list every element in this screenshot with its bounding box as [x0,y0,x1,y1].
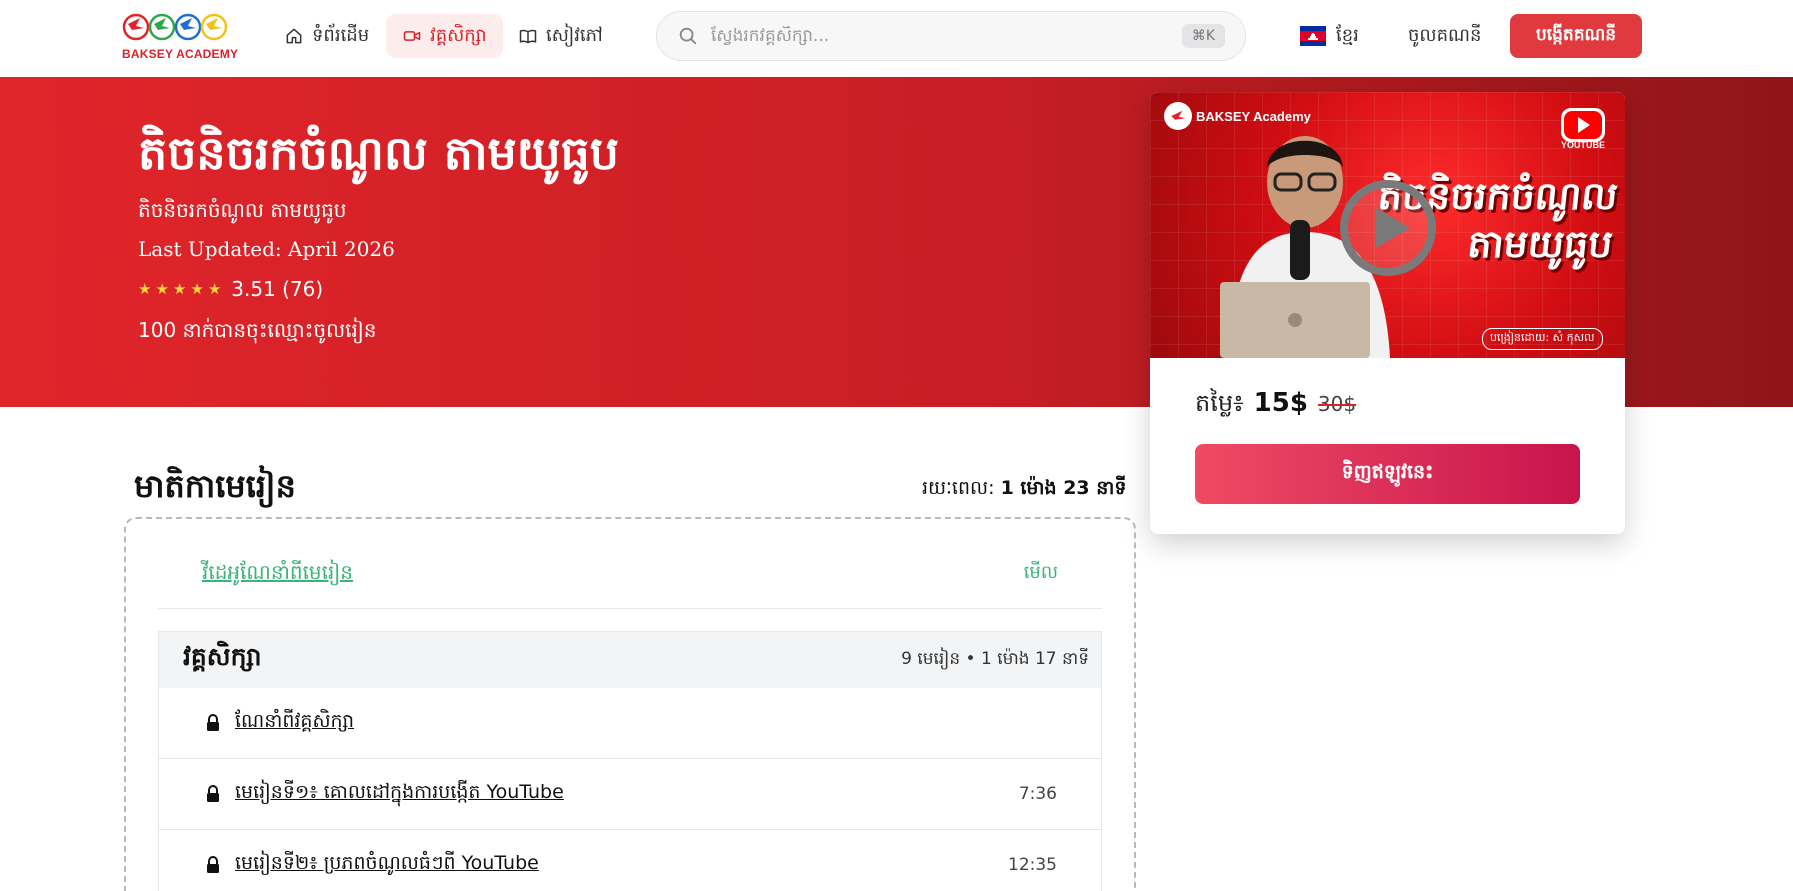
brand-bird-icon [1164,102,1192,130]
signup-button[interactable]: បង្កើតគណនី [1510,14,1642,58]
login-link[interactable]: ចូលគណនី [1408,20,1481,52]
logo-text: BAKSEY ACADEMY [122,47,239,61]
nav-home-label: ទំព័រដើម [312,24,370,46]
rating-text: 3.51 (76) [231,277,324,301]
lesson-title[interactable]: ណែនាំពីវគ្គសិក្សា [235,709,1057,737]
search-input[interactable] [711,26,1182,46]
duration-value: 1 ម៉ោង 23 នាទី [1000,477,1127,499]
lock-icon [207,785,219,802]
lesson-item[interactable]: ណែនាំពីវគ្គសិក្សា [159,688,1101,759]
price-label: តម្លៃ៖ [1195,389,1244,417]
purchase-card: BAKSEY Academy តិចនិចរកចំណូល តាមយូធូប YO… [1150,92,1625,534]
baksey-logo[interactable]: BAKSEY ACADEMY [122,10,238,64]
search-bar[interactable]: ⌘K [656,11,1246,61]
enrolled-count: 100 នាក់បានចុះឈ្មោះចូលរៀន [138,318,377,342]
lock-icon [207,714,219,731]
search-shortcut: ⌘K [1181,24,1225,48]
language-switcher[interactable]: ខ្មែរ [1300,20,1359,52]
top-navbar: BAKSEY ACADEMY ទំព័រដើម វគ្គសិក្សា សៀវភៅ… [0,0,1793,77]
nav-courses-label: វគ្គសិក្សា [430,24,487,46]
course-rating: ★ ★ ★ ★ ★ 3.51 (76) [138,277,323,301]
duration-label: រយៈពេល: [922,477,995,499]
preview-video-row[interactable]: វីដេអូណែនាំពីមេរៀន មើល [158,539,1102,609]
play-icon[interactable] [1338,178,1438,278]
nav-books-label: សៀវភៅ [546,24,603,46]
star-icon: ★ [207,280,222,298]
section-meta: 9 មេរៀន • 1 ម៉ោង 17 នាទី [901,648,1089,669]
nav-home[interactable]: ទំព័រដើម [268,14,385,58]
price-row: តម្លៃ៖ 15$ 30$ [1195,388,1356,423]
course-thumbnail[interactable]: BAKSEY Academy តិចនិចរកចំណូល តាមយូធូប YO… [1150,92,1625,358]
toc-title: មាតិកាមេរៀន [134,467,296,505]
last-updated: Last Updated: April 2026 [138,237,395,261]
star-icon: ★ [138,280,152,298]
course-section: វគ្គសិក្សា 9 មេរៀន • 1 ម៉ោង 17 នាទី ណែនា… [158,631,1102,891]
preview-video-link[interactable]: វីដេអូណែនាំពីមេរៀន [202,559,353,589]
nav-books[interactable]: សៀវភៅ [502,14,619,58]
lesson-duration: 12:35 [1008,855,1057,875]
section-header[interactable]: វគ្គសិក្សា 9 មេរៀន • 1 ម៉ោង 17 នាទី [159,632,1101,688]
lesson-duration: 7:36 [1018,784,1057,804]
youtube-label: YOUTUBE [1560,140,1605,150]
home-icon [286,28,302,44]
language-label: ខ្មែរ [1336,24,1359,46]
search-icon [679,27,697,45]
lock-icon [207,856,219,873]
preview-watch-link[interactable]: មើល [1024,560,1058,587]
star-icon: ★ [155,280,169,298]
birds-logo-icon [122,13,228,41]
video-icon [403,31,421,41]
course-title: តិចនិចរកចំណូល តាមយូធូប [138,126,619,180]
price-current: 15$ [1253,388,1308,418]
star-icon: ★ [172,280,187,298]
buy-now-button[interactable]: ទិញឥឡូវនេះ [1195,444,1580,504]
course-subtitle: តិចនិចរកចំណូល តាមយូធូប [138,198,347,222]
nav-courses[interactable]: វគ្គសិក្សា [386,14,503,58]
toc-container: វីដេអូណែនាំពីមេរៀន មើល វគ្គសិក្សា 9 មេរៀ… [124,517,1136,891]
lesson-item[interactable]: មេរៀនទី២៖ ប្រភពចំណូលធំៗពី YouTube 12:35 [159,830,1101,891]
section-title: វគ្គសិក្សា [183,642,262,671]
lesson-item[interactable]: មេរៀនទី១៖ គោលដៅក្នុងការបង្កើត YouTube 7:… [159,759,1101,830]
cambodia-flag-icon [1300,26,1326,46]
star-icon: ★ [190,280,204,298]
instructor-badge: បង្រៀនដោយ: សំ កុសល [1482,328,1603,350]
lesson-title[interactable]: មេរៀនទី១៖ គោលដៅក្នុងការបង្កើត YouTube [235,780,1019,808]
lesson-title[interactable]: មេរៀនទី២៖ ប្រភពចំណូលធំៗពី YouTube [235,851,1008,879]
course-duration: រយៈពេល: 1 ម៉ោង 23 នាទី [922,476,1126,504]
book-icon [519,29,537,44]
price-original: 30$ [1317,392,1357,416]
